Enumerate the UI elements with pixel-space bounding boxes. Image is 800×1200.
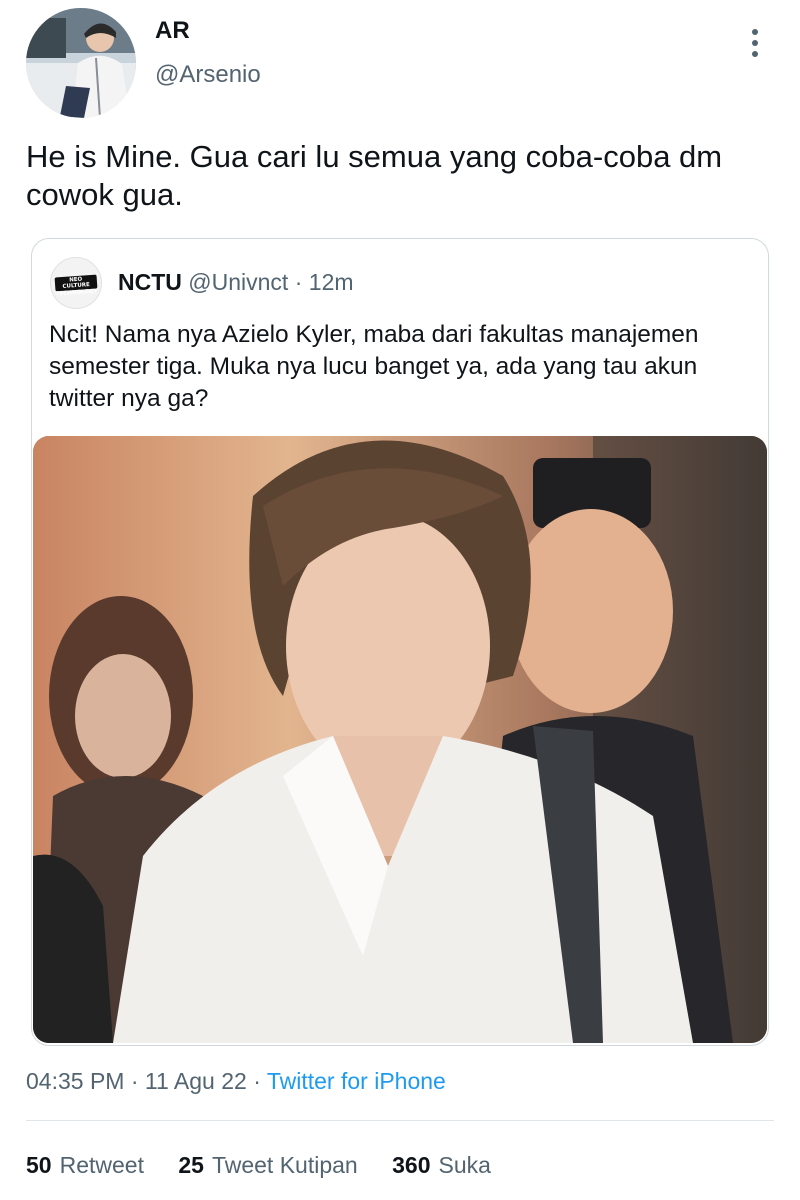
retweets-count: 50 bbox=[26, 1152, 52, 1178]
quote-tweets-count: 25 bbox=[178, 1152, 204, 1178]
quoted-handle[interactable]: @Univnct bbox=[188, 269, 288, 295]
quoted-time-ago[interactable]: 12m bbox=[309, 269, 354, 295]
neo-culture-technology-logo: NEO CULTURE TECHNOLOGY bbox=[54, 274, 98, 297]
tweet-source-link[interactable]: Twitter for iPhone bbox=[267, 1068, 446, 1094]
more-options-icon[interactable] bbox=[738, 26, 772, 60]
tweet-time[interactable]: 04:35 PM bbox=[26, 1068, 124, 1094]
quoted-display-name[interactable]: NCTU bbox=[118, 269, 182, 295]
tweet-text: He is Mine. Gua cari lu semua yang coba-… bbox=[26, 139, 723, 212]
likes-label: Suka bbox=[438, 1152, 491, 1178]
meta-separator: · bbox=[253, 1068, 261, 1094]
engagement-stats: 50 Retweet 25 Tweet Kutipan 360 Suka bbox=[26, 1152, 519, 1179]
meta-separator: · bbox=[294, 269, 303, 295]
quoted-tweet-meta: NCTU @Univnct · 12m bbox=[118, 269, 354, 296]
quote-tweets-stat[interactable]: 25 Tweet Kutipan bbox=[178, 1152, 357, 1178]
quoted-tweet-card[interactable]: NEO CULTURE TECHNOLOGY NCTU @Univnct · 1… bbox=[31, 238, 769, 1046]
author-avatar[interactable] bbox=[26, 8, 136, 118]
tweet-date[interactable]: 11 Agu 22 bbox=[145, 1068, 247, 1094]
meta-separator: · bbox=[130, 1068, 139, 1094]
retweets-label: Retweet bbox=[59, 1152, 144, 1178]
tweet-header: AR @Arsenio bbox=[0, 0, 800, 120]
likes-count: 360 bbox=[392, 1152, 431, 1178]
likes-stat[interactable]: 360 Suka bbox=[392, 1152, 491, 1178]
quote-tweets-label: Tweet Kutipan bbox=[211, 1152, 358, 1178]
quoted-author-avatar[interactable]: NEO CULTURE TECHNOLOGY bbox=[50, 257, 102, 309]
quoted-tweet-text: Ncit! Nama nya Azielo Kyler, maba dari f… bbox=[49, 321, 699, 412]
author-handle[interactable]: @Arsenio bbox=[155, 61, 261, 89]
author-display-name[interactable]: AR bbox=[155, 17, 190, 45]
quoted-tweet-photo[interactable] bbox=[33, 436, 767, 1043]
divider bbox=[26, 1120, 774, 1121]
tweet-timestamp: 04:35 PM · 11 Agu 22 · Twitter for iPhon… bbox=[26, 1068, 446, 1095]
retweets-stat[interactable]: 50 Retweet bbox=[26, 1152, 144, 1178]
